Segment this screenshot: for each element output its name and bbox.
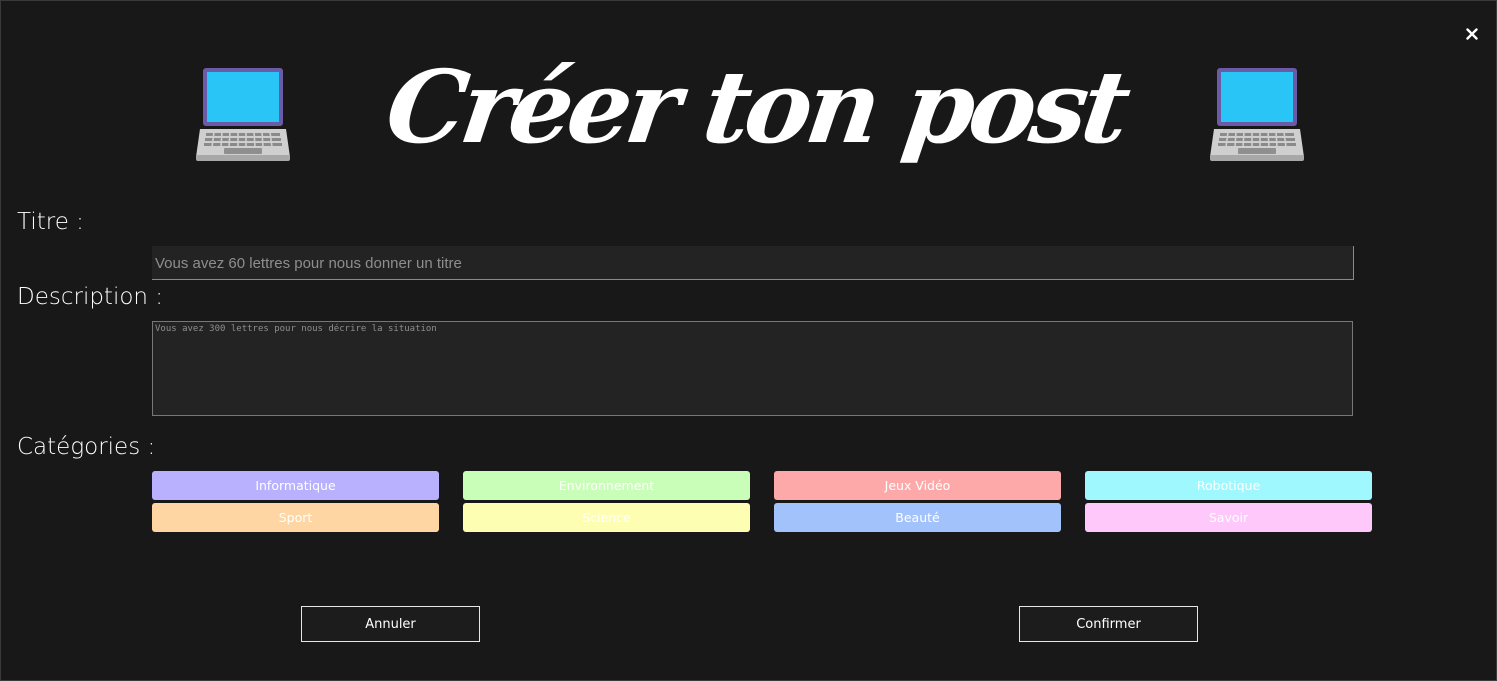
close-icon (1466, 28, 1478, 40)
category-button-savoir[interactable]: Savoir (1085, 503, 1372, 532)
category-button-sport[interactable]: Sport (152, 503, 439, 532)
categories-label: Catégories : (17, 434, 156, 460)
category-button-environnement[interactable]: Environnement (463, 471, 750, 500)
laptop-icon (1208, 67, 1306, 165)
category-button-informatique[interactable]: Informatique (152, 471, 439, 500)
create-post-modal: Créer ton post Titre: Vous avez 60 lett… (0, 0, 1497, 681)
category-button-robotique[interactable]: Robotique (1085, 471, 1372, 500)
confirm-button[interactable]: Confirmer (1019, 606, 1198, 642)
titre-input[interactable] (152, 246, 1354, 280)
description-label: Description : (17, 284, 164, 310)
close-button[interactable] (1461, 23, 1483, 45)
category-button-beaute[interactable]: Beauté (774, 503, 1061, 532)
modal-title: Créer ton post (379, 48, 1133, 166)
description-textarea[interactable] (152, 321, 1353, 416)
laptop-icon (194, 67, 292, 165)
titre-label: Titre : (17, 209, 84, 235)
category-button-jeux-video[interactable]: Jeux Vidéo (774, 471, 1061, 500)
cancel-button[interactable]: Annuler (301, 606, 480, 642)
category-button-science[interactable]: Science (463, 503, 750, 532)
